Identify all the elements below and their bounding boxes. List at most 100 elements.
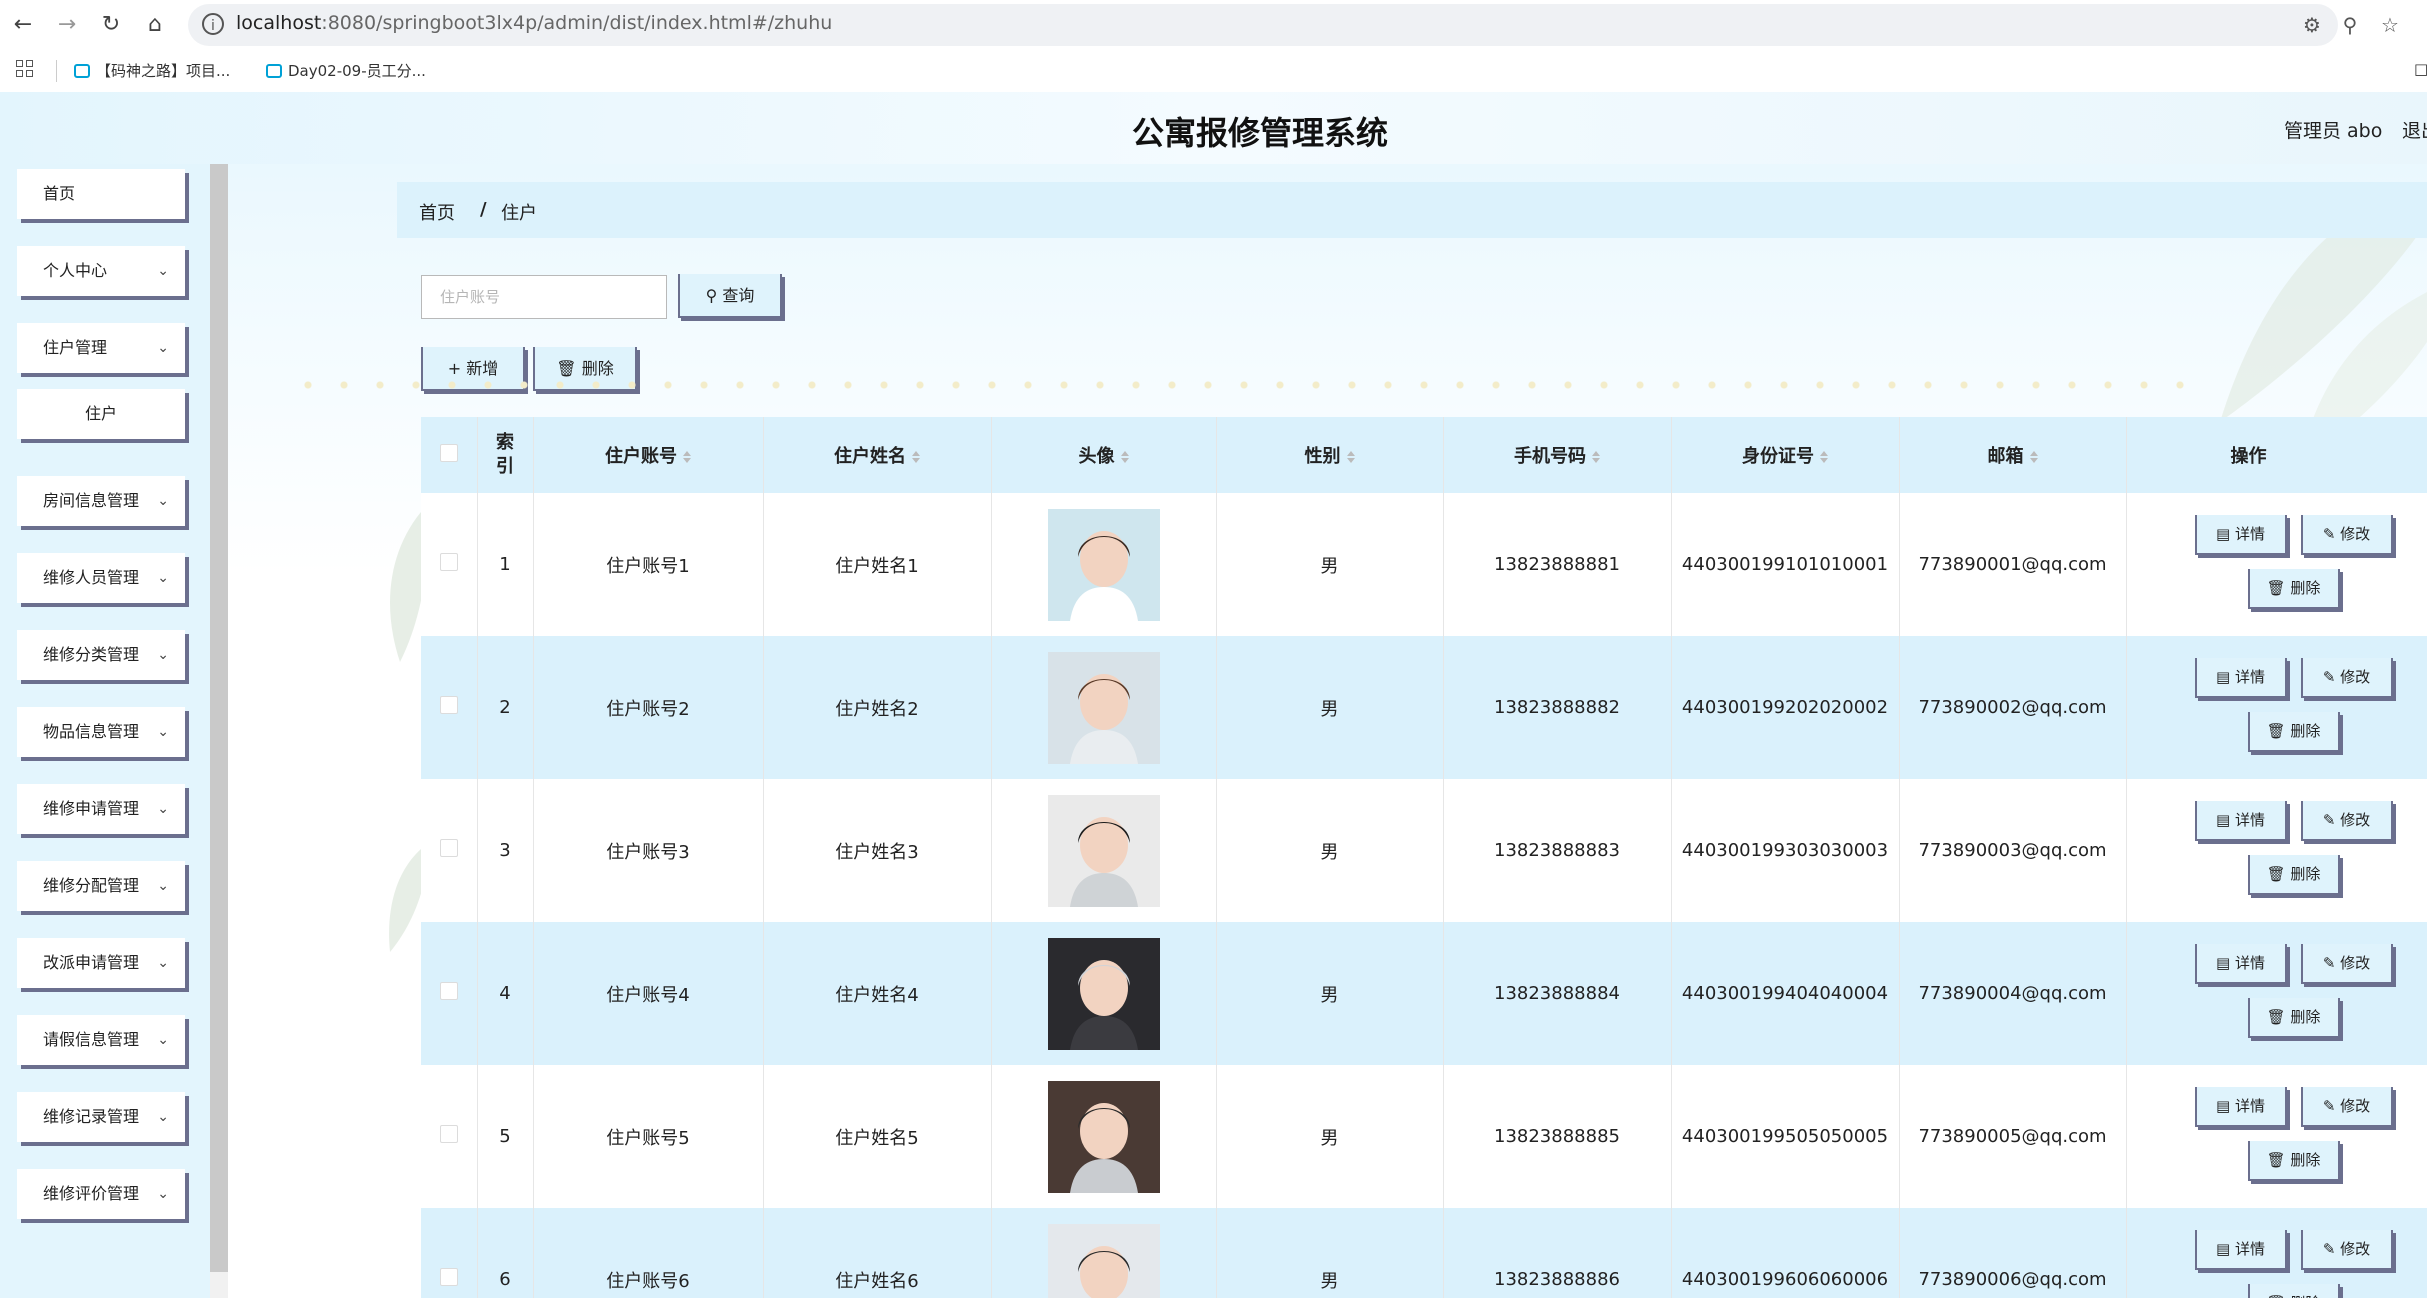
header-gender[interactable]: 性别: [1216, 417, 1444, 493]
sort-icon[interactable]: [1592, 451, 1600, 463]
menu-repair-category[interactable]: 维修分类管理 ⌄: [17, 630, 185, 680]
avatar[interactable]: [1047, 794, 1160, 907]
site-info-icon[interactable]: i: [202, 13, 224, 35]
select-all-checkbox[interactable]: [439, 443, 458, 462]
avatar[interactable]: [1047, 508, 1160, 621]
apps-icon[interactable]: [16, 60, 36, 80]
delete-button[interactable]: 🗑 删除: [2247, 1284, 2340, 1298]
breadcrumb-home[interactable]: 首页: [419, 199, 455, 225]
delete-button[interactable]: 🗑 删除: [2247, 998, 2340, 1038]
add-label: 新增: [466, 359, 499, 378]
header-id-card[interactable]: 身份证号: [1671, 417, 1900, 493]
sort-icon[interactable]: [1120, 451, 1129, 463]
menu-label: 改派申请管理: [43, 953, 140, 972]
resident-account-search-input[interactable]: [421, 275, 667, 319]
delete-button[interactable]: 🗑 删除: [2247, 569, 2340, 609]
row-actions: ▤ 详情 ✎ 修改 🗑 删除: [2126, 922, 2427, 1065]
detail-button[interactable]: ▤ 详情: [2194, 801, 2287, 841]
chevron-down-icon: ⌄: [157, 801, 169, 817]
sort-icon[interactable]: [2029, 451, 2038, 463]
table-body: 1 住户账号1 住户姓名1 男 13823888881 440300199101…: [421, 493, 2427, 1298]
row-checkbox[interactable]: [439, 553, 458, 571]
header-account[interactable]: 住户账号: [533, 417, 764, 493]
row-actions: ▤ 详情 ✎ 修改 🗑 删除: [2126, 1208, 2427, 1298]
header-phone[interactable]: 手机号码: [1443, 417, 1672, 493]
sort-icon[interactable]: [683, 451, 691, 463]
home-icon[interactable]: ⌂: [140, 10, 170, 40]
menu-repair-request[interactable]: 维修申请管理 ⌄: [17, 784, 185, 834]
row-checkbox[interactable]: [439, 982, 458, 1000]
menu-item-info[interactable]: 物品信息管理 ⌄: [17, 707, 185, 757]
delete-button[interactable]: 🗑 删除: [2247, 1141, 2340, 1181]
header-name[interactable]: 住户姓名: [763, 417, 992, 493]
bookmark-1[interactable]: 【码神之路】项目...: [74, 60, 230, 81]
document-icon: ▤: [2216, 954, 2231, 972]
detail-button[interactable]: ▤ 详情: [2194, 1087, 2287, 1127]
forward-icon[interactable]: →: [52, 10, 82, 40]
row-gender: 男: [1216, 779, 1444, 922]
sort-icon[interactable]: [912, 451, 920, 463]
avatar[interactable]: [1047, 937, 1160, 1050]
row-checkbox[interactable]: [439, 839, 458, 857]
breadcrumb-separator: /: [480, 199, 487, 220]
detail-button[interactable]: ▤ 详情: [2194, 1230, 2287, 1270]
detail-button[interactable]: ▤ 详情: [2194, 515, 2287, 555]
table-row: 2 住户账号2 住户姓名2 男 13823888882 440300199202…: [421, 636, 2427, 779]
row-id-card: 440300199505050005: [1671, 1065, 1900, 1208]
menu-resident[interactable]: 住户: [17, 389, 185, 439]
row-checkbox[interactable]: [439, 1268, 458, 1286]
url-text[interactable]: localhost:8080/springboot3lx4p/admin/dis…: [236, 12, 832, 34]
bookmark-2[interactable]: Day02-09-员工分...: [266, 60, 426, 81]
edit-button[interactable]: ✎ 修改: [2300, 801, 2393, 841]
menu-repair-assign[interactable]: 维修分配管理 ⌄: [17, 861, 185, 911]
key-icon[interactable]: ⚙: [2297, 10, 2327, 40]
edit-button[interactable]: ✎ 修改: [2300, 658, 2393, 698]
header-email[interactable]: 邮箱: [1899, 417, 2127, 493]
address-bar[interactable]: i localhost:8080/springboot3lx4p/admin/d…: [188, 4, 2338, 46]
menu-repair-review[interactable]: 维修评价管理 ⌄: [17, 1169, 185, 1219]
delete-button[interactable]: 🗑 删除: [2247, 712, 2340, 752]
query-button[interactable]: ⚲ 查询: [678, 274, 782, 318]
zoom-icon[interactable]: ⚲: [2335, 10, 2365, 40]
bookmarks-overflow-icon[interactable]: □: [2414, 60, 2427, 78]
row-id-card: 440300199101010001: [1671, 493, 1900, 636]
row-checkbox[interactable]: [439, 1125, 458, 1143]
detail-button[interactable]: ▤ 详情: [2194, 944, 2287, 984]
sort-icon[interactable]: [1346, 451, 1355, 463]
menu-repair-record[interactable]: 维修记录管理 ⌄: [17, 1092, 185, 1142]
menu-reassign-request[interactable]: 改派申请管理 ⌄: [17, 938, 185, 988]
avatar[interactable]: [1047, 651, 1160, 764]
menu-label: 住户: [84, 404, 117, 423]
menu-resident-management[interactable]: 住户管理 ⌄: [17, 323, 185, 373]
avatar[interactable]: [1047, 1080, 1160, 1193]
star-icon[interactable]: ☆: [2375, 10, 2405, 40]
row-index: 2: [477, 636, 534, 779]
menu-repair-staff[interactable]: 维修人员管理 ⌄: [17, 553, 185, 603]
back-icon[interactable]: ←: [8, 10, 38, 40]
sort-icon[interactable]: [1820, 451, 1828, 463]
row-account: 住户账号4: [533, 922, 764, 1065]
menu-leave-info[interactable]: 请假信息管理 ⌄: [17, 1015, 185, 1065]
pencil-icon: ✎: [2322, 811, 2336, 829]
row-actions: ▤ 详情 ✎ 修改 🗑 删除: [2126, 1065, 2427, 1208]
table-row: 4 住户账号4 住户姓名4 男 13823888884 440300199404…: [421, 922, 2427, 1065]
logout-link[interactable]: 退出: [2402, 116, 2427, 143]
reload-icon[interactable]: ↻: [96, 10, 126, 40]
menu-personal-center[interactable]: 个人中心 ⌄: [17, 246, 185, 296]
avatar[interactable]: [1047, 1223, 1160, 1298]
detail-button[interactable]: ▤ 详情: [2194, 658, 2287, 698]
row-avatar-cell: [991, 1065, 1217, 1208]
delete-button[interactable]: 🗑 删除: [2247, 855, 2340, 895]
detail-label: 详情: [2234, 525, 2265, 543]
sidebar-scrollbar[interactable]: [210, 164, 228, 1298]
app-page: 公寓报修管理系统 管理员 abo 退出 首页 个人中心 ⌄ 住户管理 ⌄ 住户 房间…: [0, 92, 2427, 1298]
delete-label: 删除: [2290, 579, 2321, 597]
menu-room-info[interactable]: 房间信息管理 ⌄: [17, 476, 185, 526]
header-avatar[interactable]: 头像: [991, 417, 1217, 493]
edit-button[interactable]: ✎ 修改: [2300, 1230, 2393, 1270]
row-checkbox[interactable]: [439, 696, 458, 714]
edit-button[interactable]: ✎ 修改: [2300, 515, 2393, 555]
edit-button[interactable]: ✎ 修改: [2300, 1087, 2393, 1127]
edit-button[interactable]: ✎ 修改: [2300, 944, 2393, 984]
menu-home[interactable]: 首页: [17, 169, 185, 219]
